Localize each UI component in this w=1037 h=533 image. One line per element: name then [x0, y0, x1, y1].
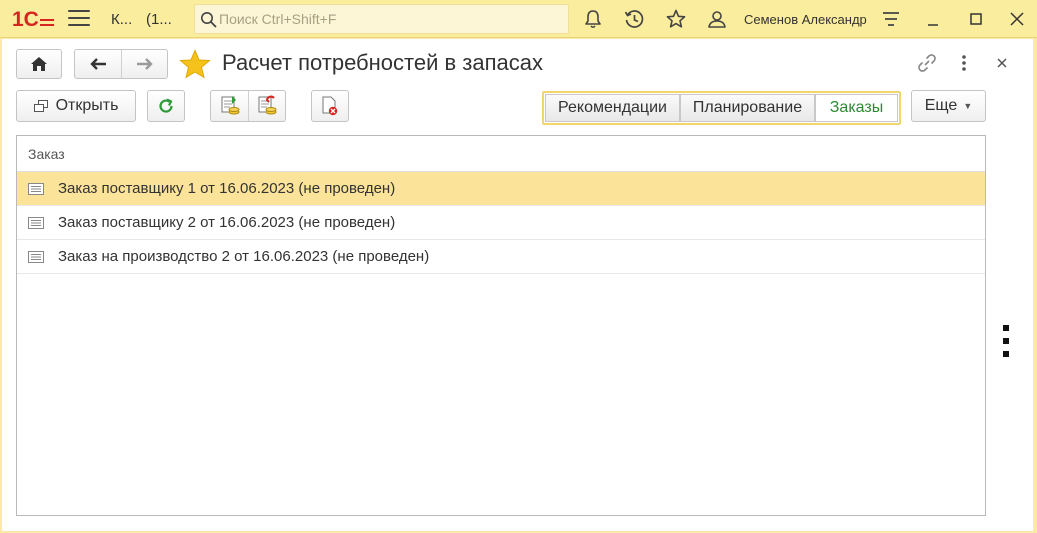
app-section-count[interactable]: (1... [146, 11, 172, 28]
orders-table: Заказ Заказ поставщику 1 от 16.06.2023 (… [16, 135, 986, 516]
settings-menu-icon[interactable] [880, 8, 902, 30]
back-button[interactable] [75, 50, 122, 78]
refresh-icon [159, 98, 173, 113]
table-row[interactable]: Заказ поставщику 2 от 16.06.2023 (не про… [17, 206, 985, 240]
tab-recommendations[interactable]: Рекомендации [545, 94, 680, 122]
history-icon[interactable] [623, 8, 645, 30]
user-icon[interactable] [706, 8, 728, 30]
row-text: Заказ поставщику 2 от 16.06.2023 (не про… [58, 214, 396, 231]
form-panel: Расчет потребностей в запасах Открыть Ре… [2, 39, 1033, 531]
unpost-document-button[interactable] [249, 91, 285, 121]
favorite-star-icon[interactable] [178, 49, 212, 79]
app-section-label[interactable]: К... [111, 11, 132, 28]
user-name[interactable]: Семенов Александр [744, 12, 867, 27]
view-tabs: Рекомендации Планирование Заказы [542, 91, 901, 125]
arrow-left-icon [90, 58, 106, 70]
top-bar: 1С К... (1... Семенов Александр [0, 0, 1037, 38]
close-window-icon[interactable] [1005, 7, 1029, 31]
post-document-button[interactable] [211, 91, 249, 121]
search-icon [201, 12, 217, 28]
document-list-icon [28, 216, 44, 229]
more-button[interactable]: Еще ▼ [911, 90, 986, 122]
forward-button[interactable] [122, 50, 167, 78]
refresh-button[interactable] [147, 90, 185, 122]
document-list-icon [28, 182, 44, 195]
delete-document-button[interactable] [311, 90, 349, 122]
unpost-document-icon [258, 95, 277, 115]
maximize-icon[interactable] [964, 7, 988, 31]
nav-buttons-group [74, 49, 168, 79]
minimize-icon[interactable] [921, 7, 945, 31]
caret-down-icon: ▼ [963, 101, 973, 111]
column-header-order[interactable]: Заказ [17, 136, 985, 172]
open-button-label: Открыть [55, 97, 119, 114]
home-button[interactable] [16, 49, 62, 79]
open-window-icon [33, 100, 48, 112]
search-input[interactable] [219, 8, 559, 30]
tab-planning[interactable]: Планирование [680, 94, 815, 122]
post-buttons-group [210, 90, 286, 122]
link-icon[interactable] [916, 52, 938, 74]
tab-orders[interactable]: Заказы [815, 94, 898, 122]
side-panel-handle[interactable] [1003, 325, 1010, 364]
post-document-icon [221, 96, 239, 115]
row-text: Заказ поставщику 1 от 16.06.2023 (не про… [58, 180, 396, 197]
document-list-icon [28, 250, 44, 263]
home-icon [31, 57, 47, 71]
more-vertical-icon[interactable] [958, 53, 970, 73]
page-title: Расчет потребностей в запасах [222, 50, 544, 75]
svg-text:1С: 1С [12, 8, 39, 30]
close-form-icon[interactable] [995, 56, 1009, 70]
open-button[interactable]: Открыть [16, 90, 136, 122]
main-menu-icon[interactable] [68, 10, 90, 28]
more-button-label: Еще [924, 97, 958, 114]
bell-icon[interactable] [582, 8, 604, 30]
row-text: Заказ на производство 2 от 16.06.2023 (н… [58, 248, 430, 265]
logo-1c-icon[interactable]: 1С [12, 8, 56, 30]
search-box[interactable] [194, 4, 569, 34]
arrow-right-icon [136, 58, 153, 70]
favorites-star-icon[interactable] [665, 8, 687, 30]
table-row[interactable]: Заказ поставщику 1 от 16.06.2023 (не про… [17, 172, 985, 206]
delete-document-icon [322, 96, 338, 116]
table-row[interactable]: Заказ на производство 2 от 16.06.2023 (н… [17, 240, 985, 274]
